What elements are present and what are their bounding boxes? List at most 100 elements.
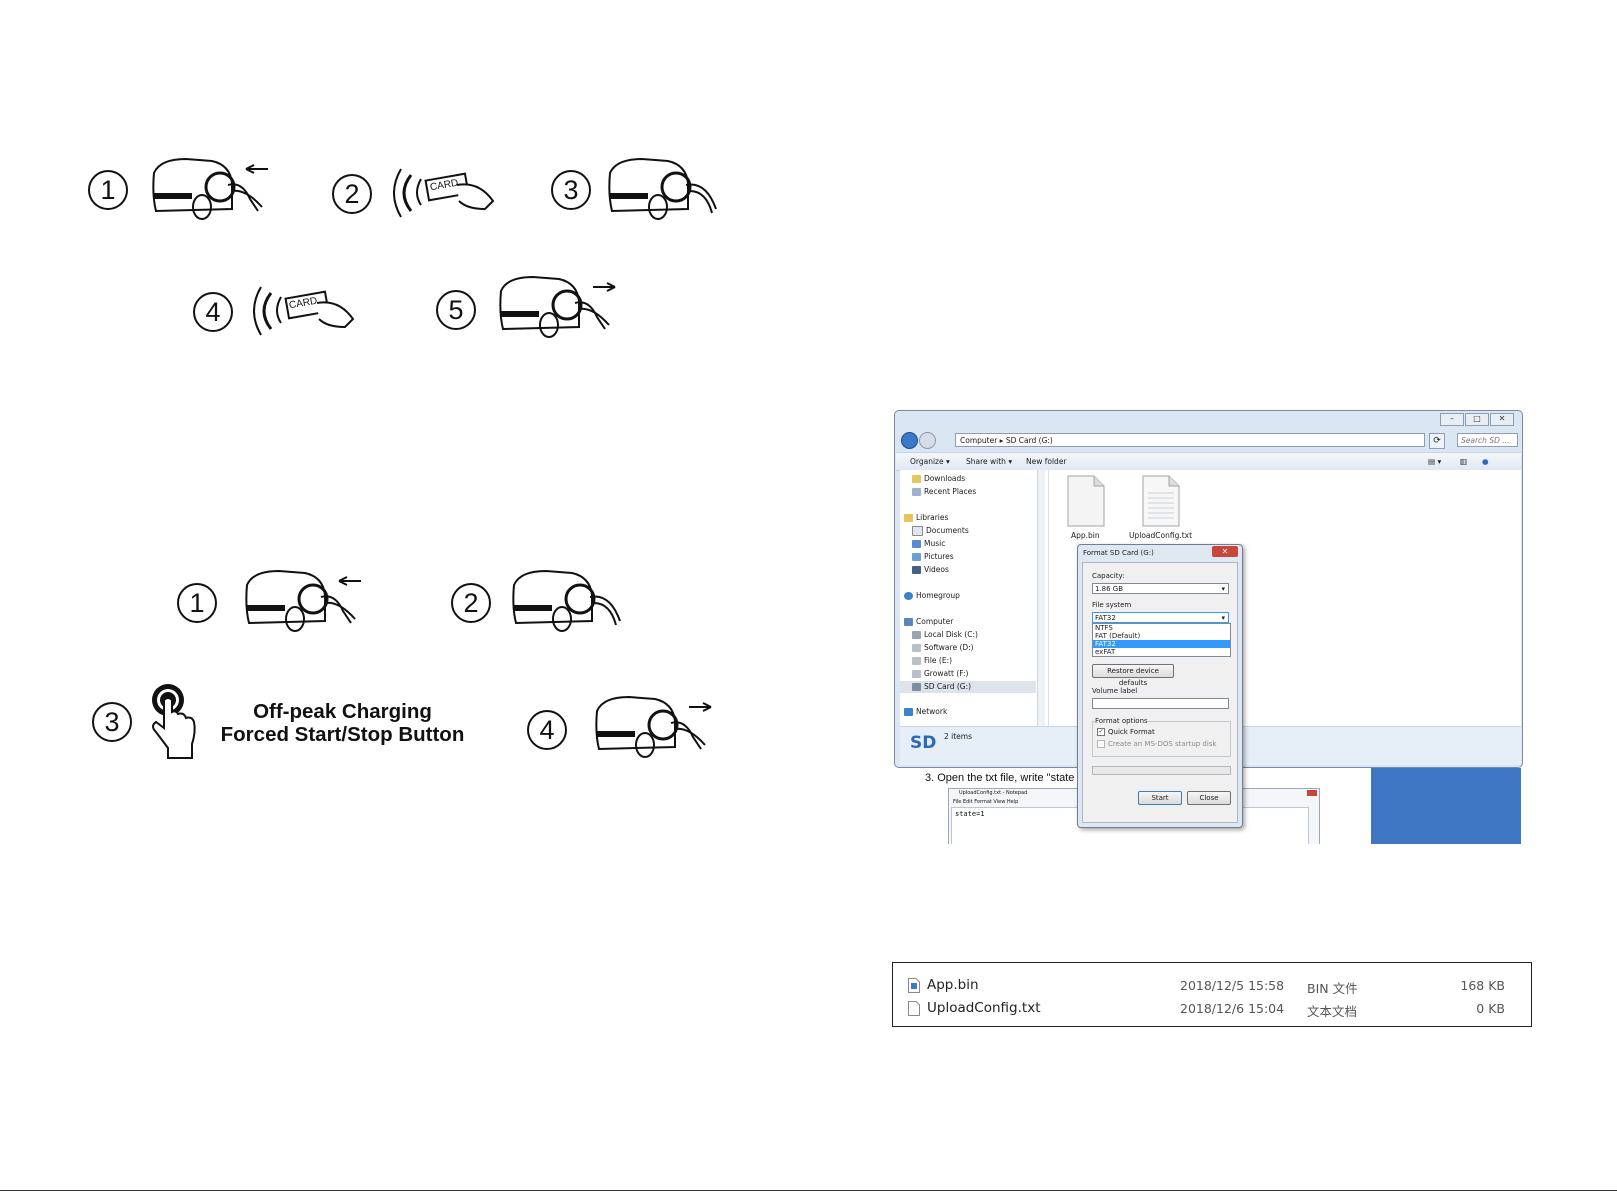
restore-defaults-button[interactable]: Restore device defaults (1092, 664, 1174, 687)
step-number: 3 (92, 702, 132, 742)
share-with-menu[interactable]: Share with ▾ (966, 457, 1012, 466)
recent-places-icon (912, 488, 921, 496)
file-name: App.bin (927, 977, 979, 993)
view-icon[interactable]: ▤ ▾ (1428, 457, 1441, 466)
file-system-select[interactable]: FAT32 ▾ (1092, 612, 1229, 623)
back-icon[interactable] (901, 432, 918, 449)
start-button[interactable]: Start (1138, 791, 1182, 805)
nav-scrollbar[interactable] (1037, 470, 1045, 726)
libraries-icon (904, 514, 913, 522)
nav-item[interactable]: Network (904, 706, 947, 718)
plug-insert-illustration (245, 569, 361, 632)
close-icon[interactable]: ✕ (1490, 413, 1514, 426)
checkbox-icon (1097, 740, 1105, 748)
quick-format-checkbox[interactable]: ✓ Quick Format (1097, 728, 1155, 736)
notepad-close-icon[interactable] (1307, 790, 1317, 796)
msdos-checkbox[interactable]: Create an MS-DOS startup disk (1097, 740, 1217, 748)
address-bar[interactable]: Computer ▸ SD Card (G:) (955, 433, 1425, 447)
instruction-text: 3. Open the txt file, write "state (925, 772, 1075, 784)
fs-option[interactable]: NTFS (1093, 624, 1230, 632)
volume-label-input[interactable] (1092, 698, 1229, 709)
sd-card-icon (912, 683, 921, 691)
forward-icon[interactable] (919, 432, 936, 449)
format-options-group: ✓ Quick Format Create an MS-DOS startup d… (1092, 721, 1231, 757)
preview-pane-icon[interactable]: ▥ (1460, 457, 1467, 466)
dialog-body: Capacity: 1.86 GB ▾ File system FAT32 ▾ NT… (1082, 562, 1238, 823)
file-date: 2018/12/5 15:58 (1180, 978, 1285, 993)
close-button[interactable]: Close (1187, 791, 1231, 805)
volume-label-label: Volume label (1092, 687, 1138, 695)
nav-item[interactable]: Software (D:) (912, 642, 974, 654)
format-options-label: Format options (1095, 717, 1148, 725)
file-label[interactable]: UploadConfig.txt (1129, 531, 1192, 540)
explorer-format-screenshot: – □ ✕ Computer ▸ SD Card (G:) ⟳ Search S… (894, 410, 1527, 844)
drive-icon (912, 631, 921, 639)
list-item[interactable]: UploadConfig.txt 2018/12/6 15:04 文本文档 0 … (893, 998, 1531, 1020)
refresh-icon[interactable]: ⟳ (1429, 433, 1445, 449)
step-number: 2 (332, 174, 372, 214)
videos-icon (912, 566, 921, 574)
nav-item[interactable]: Pictures (912, 551, 954, 563)
notepad-content: state=1 (955, 810, 985, 818)
capacity-select[interactable]: 1.86 GB ▾ (1092, 583, 1229, 594)
step-number: 2 (451, 583, 491, 623)
search-input[interactable]: Search SD ... (1457, 433, 1518, 447)
finger-press-button-icon (152, 684, 196, 759)
drive-icon (912, 657, 921, 665)
file-icon[interactable] (1066, 475, 1106, 527)
card-swipe-illustration (393, 168, 495, 218)
file-type: 文本文档 (1307, 1004, 1358, 1019)
file-label[interactable]: App.bin (1071, 531, 1100, 540)
maximize-icon[interactable]: □ (1465, 413, 1489, 426)
checkbox-checked-icon: ✓ (1097, 728, 1105, 736)
format-progress-bar (1092, 766, 1231, 775)
nav-item[interactable]: Recent Places (912, 486, 976, 498)
text-file-icon (908, 1001, 920, 1016)
bin-file-icon (908, 978, 920, 993)
music-icon (912, 540, 921, 548)
list-item[interactable]: App.bin 2018/12/5 15:58 BIN 文件 168 KB (893, 975, 1531, 997)
text-file-icon[interactable] (1141, 475, 1181, 527)
fs-option[interactable]: FAT (Default) (1093, 632, 1230, 640)
nav-item[interactable]: File (E:) (912, 655, 952, 667)
chevron-down-icon: ▾ (1221, 585, 1225, 593)
card-swipe-illustration (253, 286, 355, 336)
fs-option[interactable]: exFAT (1093, 648, 1230, 656)
nav-item[interactable]: Documents (912, 525, 969, 537)
nav-item[interactable]: Growatt (F:) (912, 668, 968, 680)
nav-item[interactable]: Music (912, 538, 945, 550)
file-type: BIN 文件 (1307, 981, 1358, 996)
pictures-icon (912, 553, 921, 561)
drive-icon (912, 670, 921, 678)
organize-menu[interactable]: Organize ▾ (910, 457, 950, 466)
nav-item[interactable]: Videos (912, 564, 949, 576)
documents-icon (912, 526, 923, 536)
offpeak-button-caption: Off-peak Charging Forced Start/Stop Butt… (205, 700, 480, 746)
nav-item[interactable]: Downloads (912, 473, 965, 485)
drive-icon (912, 644, 921, 652)
fs-option-selected[interactable]: FAT32 (1093, 640, 1230, 648)
capacity-label: Capacity: (1092, 572, 1125, 580)
nav-item-selected[interactable]: SD Card (G:) (900, 681, 1036, 693)
nav-item[interactable]: Homegroup (904, 590, 960, 602)
file-size: 0 KB (1476, 1001, 1505, 1016)
sd-card-logo: SD (910, 733, 937, 753)
file-system-options: NTFS FAT (Default) FAT32 exFAT (1092, 623, 1231, 657)
navigation-pane: Downloads Recent Places Libraries Docume… (900, 470, 1049, 726)
help-icon[interactable]: ● (1482, 457, 1489, 466)
step-number: 4 (193, 292, 233, 332)
plug-connected-illustration (512, 569, 621, 632)
nav-item[interactable]: Computer (904, 616, 953, 628)
folder-icon (912, 475, 921, 483)
step-number: 1 (177, 583, 217, 623)
minimize-icon[interactable]: – (1440, 413, 1464, 426)
nav-item[interactable]: Local Disk (C:) (912, 629, 978, 641)
window-controls: – □ ✕ (1440, 413, 1514, 426)
plug-connected-illustration (608, 157, 717, 220)
dialog-title: Format SD Card (G:) (1083, 549, 1154, 557)
dialog-close-icon[interactable]: ✕ (1212, 546, 1238, 557)
file-size: 168 KB (1460, 978, 1505, 993)
step-number: 3 (551, 170, 591, 210)
nav-item[interactable]: Libraries (904, 512, 948, 524)
new-folder-button[interactable]: New folder (1026, 457, 1067, 466)
